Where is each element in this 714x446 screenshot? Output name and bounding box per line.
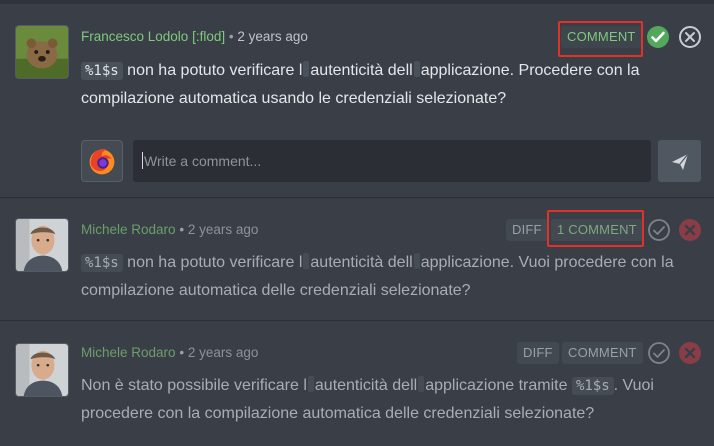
suggestion-card: Francesco Lodolo [:flod] • 2 years ago C… (0, 4, 714, 197)
placeable[interactable]: %1$s (571, 377, 614, 395)
check-circle-icon[interactable] (646, 25, 670, 49)
separator-dot: • (228, 29, 234, 44)
text-segment: autenticità dell (310, 62, 413, 79)
user-avatar (81, 140, 123, 182)
comment-input[interactable]: Write a comment... (133, 140, 651, 182)
author-name[interactable]: Michele Rodaro (81, 222, 176, 237)
placeable[interactable]: %1$s (81, 254, 123, 272)
avatar (15, 25, 69, 79)
timestamp: 2 years ago (187, 222, 259, 237)
apostrophe-placeable (413, 61, 420, 77)
highlight-box (558, 21, 643, 57)
x-circle-icon[interactable] (678, 25, 702, 49)
suggestion-card: Michele Rodaro • 2 years ago DIFF COMMEN… (0, 321, 714, 446)
suggestion-card: Michele Rodaro • 2 years ago DIFF 1 COMM… (0, 198, 714, 320)
text-segment: non ha potuto verificare l (122, 62, 303, 79)
suggestion-text: %1$s non ha potuto verificare l autentici… (81, 57, 701, 112)
x-circle-icon[interactable] (678, 341, 702, 365)
author-name[interactable]: Francesco Lodolo [:flod] (81, 29, 225, 44)
text-segment: applicazione tramite (425, 377, 572, 394)
send-button[interactable] (658, 140, 701, 182)
timestamp: 2 years ago (187, 345, 259, 360)
text-segment: autenticità dell (314, 377, 418, 394)
author-name[interactable]: Michele Rodaro (81, 345, 176, 360)
suggestion-meta: Michele Rodaro • 2 years ago (81, 222, 258, 237)
apostrophe-placeable (307, 376, 314, 392)
suggestion-meta: Michele Rodaro • 2 years ago (81, 345, 258, 360)
avatar (15, 218, 69, 272)
timestamp: 2 years ago (237, 29, 308, 44)
diff-button[interactable]: DIFF (506, 219, 548, 241)
suggestion-meta: Francesco Lodolo [:flod] • 2 years ago (81, 29, 308, 44)
x-circle-icon[interactable] (678, 218, 702, 242)
text-segment: Non è stato possibile verificare l (81, 377, 307, 394)
text-caret (142, 152, 143, 169)
separator-dot: • (179, 345, 185, 360)
suggestion-text: Non è stato possibile verificare l autent… (81, 372, 701, 427)
text-segment: non ha potuto verificare l (122, 254, 303, 271)
comment-input-placeholder: Write a comment... (144, 153, 262, 169)
text-segment: autenticità dell (310, 254, 413, 271)
check-circle-icon[interactable] (647, 218, 671, 242)
avatar (15, 343, 69, 397)
comment-button[interactable]: COMMENT (562, 342, 643, 364)
apostrophe-placeable (418, 376, 425, 392)
placeable[interactable]: %1$s (81, 62, 123, 80)
separator-dot: • (179, 222, 185, 237)
check-circle-icon[interactable] (647, 341, 671, 365)
suggestion-text: %1$s non ha potuto verificare l autentici… (81, 249, 701, 304)
highlight-box (547, 210, 644, 247)
diff-button[interactable]: DIFF (517, 342, 559, 364)
apostrophe-placeable (303, 61, 310, 77)
apostrophe-placeable (413, 253, 420, 269)
apostrophe-placeable (303, 253, 310, 269)
